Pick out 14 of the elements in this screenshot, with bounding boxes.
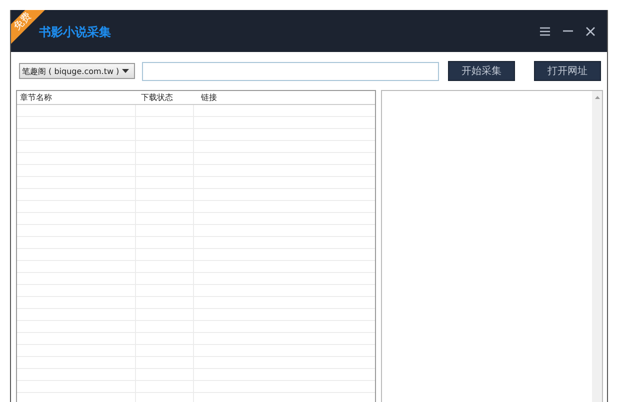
window-title: 书影小说采集 <box>39 24 111 40</box>
caret-icon <box>122 69 129 73</box>
toolbar-button[interactable]: 开始采集 <box>448 61 515 81</box>
close-icon[interactable] <box>586 26 595 36</box>
scrollbar[interactable] <box>592 91 602 402</box>
toolbar-button[interactable]: 打开网址 <box>534 61 601 81</box>
menu-icon[interactable] <box>540 26 550 36</box>
source-dropdown[interactable]: 笔趣阁 ( biquge.com.tw ) <box>19 63 135 79</box>
column-header: 章节名称 <box>19 92 53 104</box>
scroll-up-icon[interactable] <box>594 96 600 99</box>
column-header: 链接 <box>200 92 218 104</box>
minimize-icon[interactable] <box>563 30 573 32</box>
column-header: 下载状态 <box>140 92 174 104</box>
url-input-field[interactable] <box>142 62 439 80</box>
